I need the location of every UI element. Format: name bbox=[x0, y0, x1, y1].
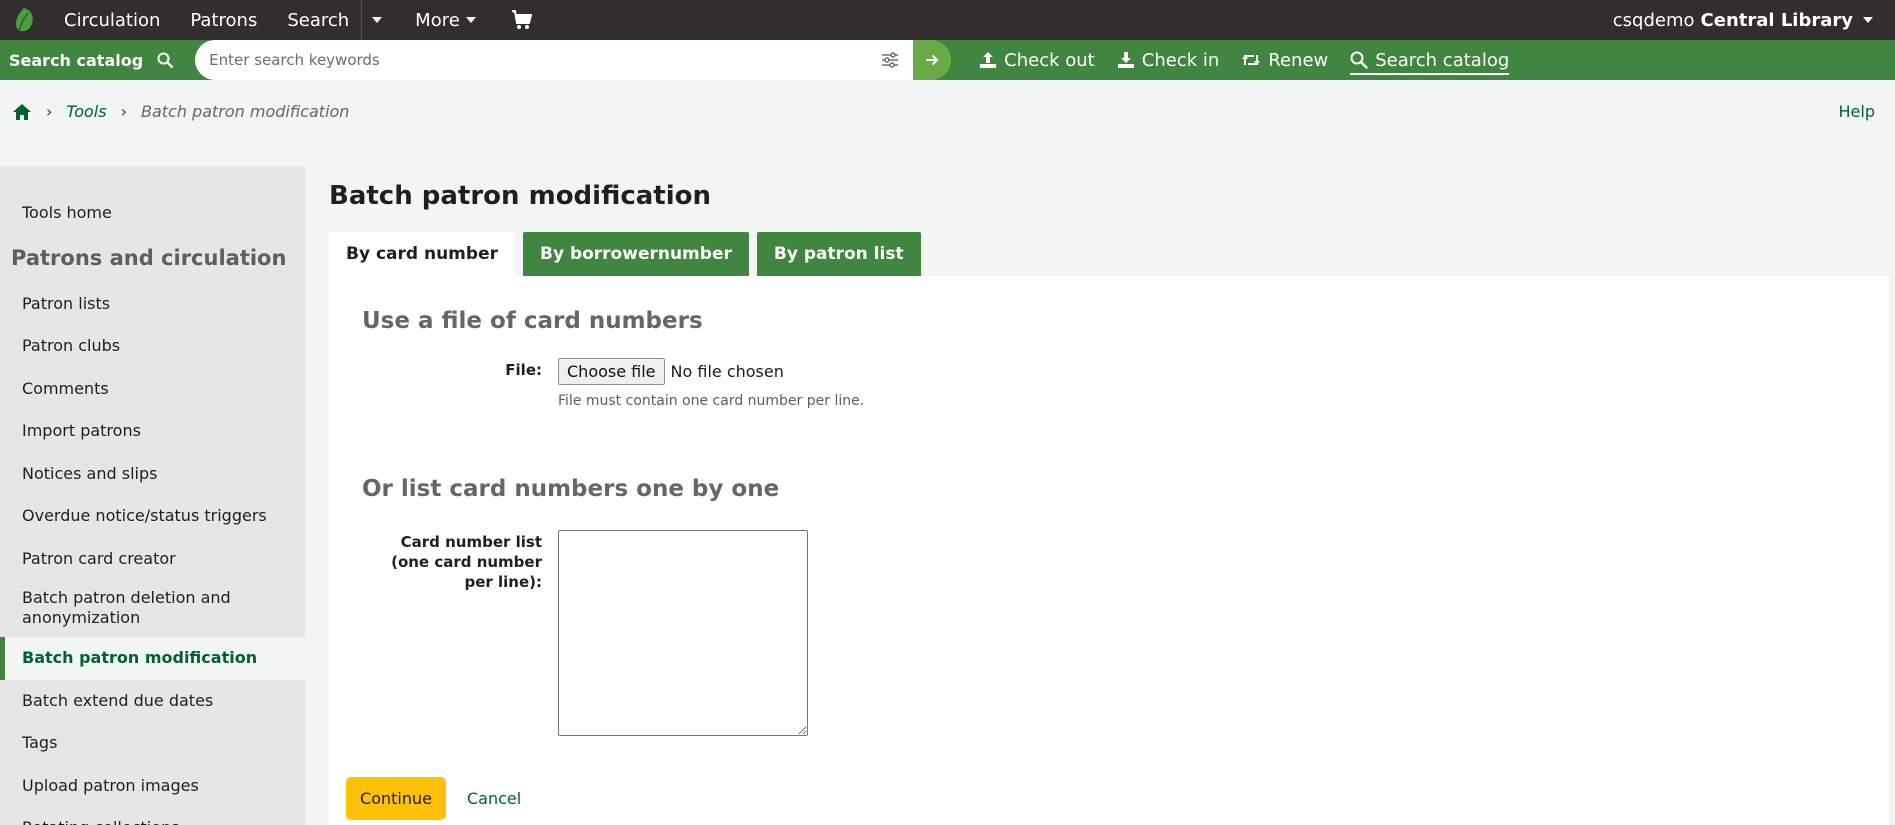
circulation-actions: Check out Check in Renew Search catalog bbox=[979, 46, 1531, 75]
search-input[interactable] bbox=[209, 42, 860, 78]
file-hint: File must contain one card number per li… bbox=[558, 393, 865, 409]
nav-more-label: More bbox=[415, 9, 460, 31]
renew-label: Renew bbox=[1268, 49, 1329, 71]
sidebar-item-batch-modification[interactable]: Batch patron modification bbox=[0, 637, 305, 680]
arrow-right-icon bbox=[926, 54, 939, 66]
tab-panel: Use a file of card numbers File: Choose … bbox=[329, 276, 1889, 825]
sidebar: Tools home Patrons and circulation Patro… bbox=[0, 166, 305, 825]
main-content: Batch patron modification By card number… bbox=[305, 166, 1895, 825]
nav-search-dropdown-toggle[interactable] bbox=[361, 0, 391, 40]
file-status: No file chosen bbox=[670, 362, 784, 381]
koha-logo-icon[interactable] bbox=[12, 6, 36, 34]
sidebar-item-notices-slips[interactable]: Notices and slips bbox=[0, 453, 305, 496]
sidebar-item-comments[interactable]: Comments bbox=[0, 368, 305, 411]
cart-icon[interactable] bbox=[510, 8, 534, 32]
nav-search[interactable]: Search bbox=[287, 10, 349, 31]
user-menu[interactable]: csqdemo Central Library bbox=[1613, 0, 1873, 40]
help-link[interactable]: Help bbox=[1839, 102, 1875, 121]
nav-circulation-label: Circulation bbox=[64, 9, 161, 31]
tab-by-borrowernumber[interactable]: By borrowernumber bbox=[522, 232, 749, 276]
sidebar-item-overdue-triggers[interactable]: Overdue notice/status triggers bbox=[0, 495, 305, 538]
breadcrumb-tools[interactable]: Tools bbox=[66, 102, 106, 121]
tab-by-patron-list[interactable]: By patron list bbox=[756, 232, 921, 276]
card-list-label: Card number list (one card number per li… bbox=[391, 533, 542, 591]
cancel-link[interactable]: Cancel bbox=[467, 789, 521, 808]
form-actions: Continue Cancel bbox=[346, 777, 1889, 820]
upload-icon bbox=[980, 52, 997, 68]
caret-down-icon bbox=[1863, 17, 1873, 23]
search-catalog-label-text: Search catalog bbox=[9, 50, 144, 70]
content: Tools home Patrons and circulation Patro… bbox=[0, 143, 1895, 825]
sidebar-item-batch-deletion[interactable]: Batch patron deletion and anonymization bbox=[0, 580, 305, 637]
search-icon bbox=[157, 52, 174, 68]
checkin-label: Check in bbox=[1141, 49, 1220, 71]
sidebar-item-patron-clubs[interactable]: Patron clubs bbox=[0, 325, 305, 368]
page-title: Batch patron modification bbox=[329, 181, 712, 211]
caret-down-icon bbox=[371, 17, 382, 23]
nav-patrons[interactable]: Patrons bbox=[190, 10, 257, 31]
caret-down-icon bbox=[465, 17, 476, 23]
sidebar-item-batch-extend-due-dates[interactable]: Batch extend due dates bbox=[0, 680, 305, 723]
top-navbar: Circulation Patrons Search More csqdemo … bbox=[0, 0, 1895, 40]
nav-search-label: Search bbox=[287, 9, 350, 31]
username: csqdemo bbox=[1612, 9, 1695, 31]
sidebar-item-patron-lists[interactable]: Patron lists bbox=[0, 283, 305, 326]
list-section-title: Or list card numbers one by one bbox=[362, 476, 780, 502]
sidebar-item-import-patrons[interactable]: Import patrons bbox=[0, 410, 305, 453]
breadcrumb-current: Batch patron modification bbox=[140, 102, 350, 121]
search-submit-button[interactable] bbox=[913, 40, 952, 80]
search-box bbox=[195, 40, 914, 80]
search-bar: Search catalog Check out bbox=[0, 40, 1895, 80]
choose-file-button[interactable]: Choose file bbox=[558, 358, 665, 385]
nav-patrons-label: Patrons bbox=[190, 9, 258, 31]
nav-more[interactable]: More bbox=[415, 10, 476, 31]
renew-link[interactable]: Renew bbox=[1241, 50, 1328, 71]
sidebar-heading: Patrons and circulation bbox=[11, 245, 287, 270]
file-section-title: Use a file of card numbers bbox=[362, 308, 703, 334]
card-number-list-textarea[interactable] bbox=[558, 530, 808, 736]
checkout-link[interactable]: Check out bbox=[979, 50, 1095, 71]
card-list-row: Card number list (one card number per li… bbox=[362, 530, 1889, 736]
search-catalog-link[interactable]: Search catalog bbox=[1350, 49, 1510, 75]
download-icon bbox=[1117, 52, 1134, 68]
sidebar-item-patron-card-creator[interactable]: Patron card creator bbox=[0, 538, 305, 581]
nav-circulation[interactable]: Circulation bbox=[64, 10, 160, 31]
library-name: Central Library bbox=[1700, 9, 1853, 31]
file-label: File: bbox=[505, 361, 542, 379]
search-catalog-label[interactable]: Search catalog bbox=[9, 50, 174, 70]
checkin-link[interactable]: Check in bbox=[1117, 49, 1220, 71]
tab-by-card-number[interactable]: By card number bbox=[329, 232, 515, 276]
chevron-right-icon: › bbox=[46, 102, 53, 121]
checkout-label: Check out bbox=[1004, 49, 1095, 71]
sidebar-item-tools-home[interactable]: Tools home bbox=[0, 192, 305, 235]
home-icon[interactable] bbox=[12, 103, 32, 121]
sidebar-item-rotating-collections[interactable]: Rotating collections bbox=[0, 807, 305, 825]
tab-bar: By card number By borrowernumber By patr… bbox=[329, 232, 1889, 276]
chevron-right-icon: › bbox=[120, 102, 127, 121]
retweet-icon bbox=[1242, 55, 1261, 65]
breadcrumb: › Tools › Batch patron modification Help bbox=[0, 80, 1895, 143]
file-row: File: Choose file No file chosen bbox=[362, 358, 1889, 385]
sliders-icon[interactable] bbox=[881, 51, 899, 69]
sidebar-item-tags[interactable]: Tags bbox=[0, 722, 305, 765]
search-icon bbox=[1350, 51, 1368, 69]
sidebar-item-upload-patron-images[interactable]: Upload patron images bbox=[0, 765, 305, 808]
search-catalog-action-label: Search catalog bbox=[1375, 49, 1510, 71]
continue-button[interactable]: Continue bbox=[346, 777, 446, 820]
